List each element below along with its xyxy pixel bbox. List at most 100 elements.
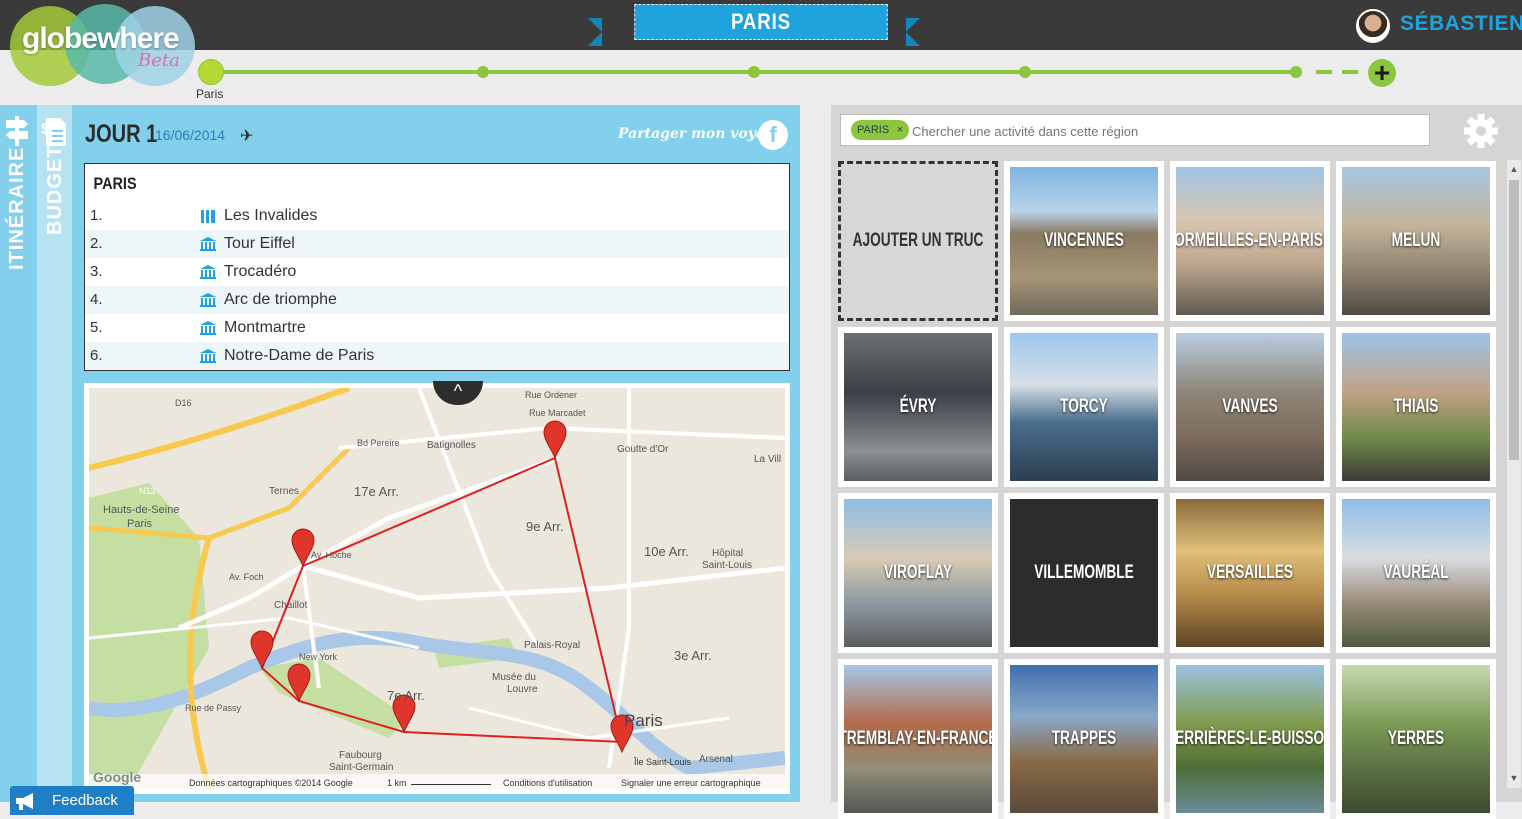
banner-ribbon-right	[906, 18, 920, 46]
activity-tile-label: VIROFLAY	[884, 562, 952, 583]
stop-number: 3.	[90, 263, 103, 280]
label-ruemarcadet: Rue Marcadet	[529, 408, 586, 418]
itinerary-stop[interactable]: 1. Les Invalides	[85, 202, 789, 230]
activity-tile-label: TRAPPES	[1051, 728, 1117, 749]
activity-tile-label: VERSAILLES	[1207, 562, 1293, 583]
activity-tile[interactable]: CORMEILLES-EN-PARISIS	[1170, 161, 1330, 321]
gear-icon[interactable]	[1462, 112, 1500, 150]
map-canvas[interactable]: 17e Arr. 9e Arr. 10e Arr. 3e Arr. 7e Arr…	[89, 388, 785, 789]
activity-tile[interactable]: VIROFLAY	[838, 493, 998, 653]
label-3e: 3e Arr.	[674, 648, 712, 663]
region-tag[interactable]: PARIS ×	[851, 120, 910, 140]
monument-icon	[200, 321, 216, 335]
activity-tile-label: VAURÉAL	[1383, 562, 1449, 583]
timeline-node[interactable]	[748, 66, 760, 78]
label-paris: Paris	[624, 711, 663, 730]
label-10e: 10e Arr.	[644, 544, 689, 559]
label-avfoch: Av. Foch	[229, 572, 264, 582]
map-terms-link[interactable]: Conditions d'utilisation	[503, 778, 592, 788]
activity-tile-label: VANVES	[1222, 396, 1278, 417]
map-report-link[interactable]: Signaler une erreur cartographique	[621, 778, 761, 788]
add-day-button[interactable]: +	[1368, 59, 1396, 87]
signpost-icon	[6, 116, 28, 146]
itinerary-stop[interactable]: 6. Notre-Dame de Paris	[85, 342, 789, 370]
label-arsenal: Arsenal	[699, 754, 733, 765]
activity-tile[interactable]: VINCENNES	[1004, 161, 1164, 321]
map-data-credit: Données cartographiques ©2014 Google	[189, 778, 353, 788]
label-hopital2: Saint-Louis	[702, 560, 752, 571]
itinerary-stop[interactable]: 2. Tour Eiffel	[85, 230, 789, 258]
timeline-node[interactable]	[1019, 66, 1031, 78]
monument-icon	[200, 293, 216, 307]
label-faubourg1: Faubourg	[339, 750, 382, 761]
itinerary-stop[interactable]: 3. Trocadéro	[85, 258, 789, 286]
day-date: 16/06/2014	[155, 127, 226, 143]
stop-name: Tour Eiffel	[224, 235, 295, 252]
timeline-dash	[1342, 70, 1358, 74]
airplane-icon[interactable]: ✈	[240, 126, 253, 146]
budget-sheet-icon: $	[41, 118, 66, 146]
activity-tile-label: VILLEMOMBLE	[1034, 562, 1134, 583]
timeline-node[interactable]	[1290, 66, 1302, 78]
label-palais: Palais-Royal	[524, 640, 580, 651]
stop-name: Arc de triomphe	[224, 291, 337, 308]
timeline-dash	[1316, 70, 1332, 74]
activity-tile[interactable]: VERSAILLES	[1170, 493, 1330, 653]
google-logo: Google	[93, 769, 141, 785]
activity-tile[interactable]: TRAPPES	[1004, 659, 1164, 819]
tab-itinerary[interactable]: ITINÉRAIRE	[0, 105, 34, 802]
timeline-stop-paris[interactable]	[198, 59, 224, 85]
activity-tile[interactable]: THIAIS	[1336, 327, 1496, 487]
activity-tile-label: MELUN	[1391, 230, 1441, 251]
scrollbar-thumb[interactable]	[1509, 180, 1519, 460]
monument-icon	[200, 265, 216, 279]
activity-tile-label: YERRES	[1387, 728, 1445, 749]
label-bdpereire: Bd Pereire	[357, 438, 400, 448]
city-banner: PARIS	[634, 4, 888, 40]
label-hauts2: Paris	[127, 518, 153, 530]
timeline-node[interactable]	[477, 66, 489, 78]
monument-icon	[200, 349, 216, 363]
fork-knife-icon	[201, 210, 215, 223]
region-tag-remove[interactable]: ×	[897, 120, 903, 140]
label-hauts: Hauts-de-Seine	[103, 504, 179, 516]
activity-tile[interactable]: MELUN	[1336, 161, 1496, 321]
label-9e: 9e Arr.	[526, 519, 564, 534]
facebook-icon[interactable]: f	[758, 120, 788, 150]
activity-tile[interactable]: YERRES	[1336, 659, 1496, 819]
label-ile: Île Saint-Louis	[633, 757, 692, 767]
label-faubourg2: Saint-Germain	[329, 762, 393, 773]
stop-number: 2.	[90, 235, 103, 252]
tab-budget[interactable]: BUDGET	[37, 105, 72, 802]
stop-number: 4.	[90, 291, 103, 308]
scroll-down-arrow[interactable]: ▼	[1509, 773, 1519, 783]
logo[interactable]: globewhere Beta	[10, 4, 200, 94]
label-ruepassy: Rue de Passy	[185, 703, 242, 713]
label-batignolles: Batignolles	[427, 440, 476, 451]
avatar[interactable]	[1356, 9, 1390, 43]
label-17e: 17e Arr.	[354, 484, 399, 499]
activity-tile[interactable]: TREMBLAY-EN-FRANCE	[838, 659, 998, 819]
activity-search-input[interactable]	[910, 116, 1414, 146]
add-activity-tile[interactable]: AJOUTER UN TRUC	[838, 161, 998, 321]
itinerary-stop[interactable]: 5. Montmartre	[85, 314, 789, 342]
monument-icon	[200, 237, 216, 251]
itinerary-stop[interactable]: 4. Arc de triomphe	[85, 286, 789, 314]
activity-tile[interactable]: VILLEMOMBLE	[1004, 493, 1164, 653]
activity-tile[interactable]: VAURÉAL	[1336, 493, 1496, 653]
label-d16: D16	[175, 398, 192, 408]
tab-budget-label: BUDGET	[44, 144, 66, 235]
activity-tile[interactable]: ÉVRY	[838, 327, 998, 487]
region-tag-label: PARIS	[857, 124, 890, 136]
activity-tile-label: VINCENNES	[1044, 230, 1124, 251]
route-map[interactable]: 17e Arr. 9e Arr. 10e Arr. 3e Arr. 7e Arr…	[84, 383, 790, 794]
stop-name: Les Invalides	[224, 207, 318, 224]
itinerary-list: PARIS 1. Les Invalides 2. Tour Eiffel 3. Troc…	[84, 163, 790, 371]
itinerary-city: PARIS	[93, 174, 137, 193]
activity-tile[interactable]: VANVES	[1170, 327, 1330, 487]
activity-tile[interactable]: TORCY	[1004, 327, 1164, 487]
username[interactable]: SÉBASTIEN	[1400, 12, 1522, 36]
label-goutte: Goutte d'Or	[617, 444, 669, 455]
activity-tile[interactable]: VERRIÈRES-LE-BUISSON	[1170, 659, 1330, 819]
scroll-up-arrow[interactable]: ▲	[1509, 164, 1519, 174]
